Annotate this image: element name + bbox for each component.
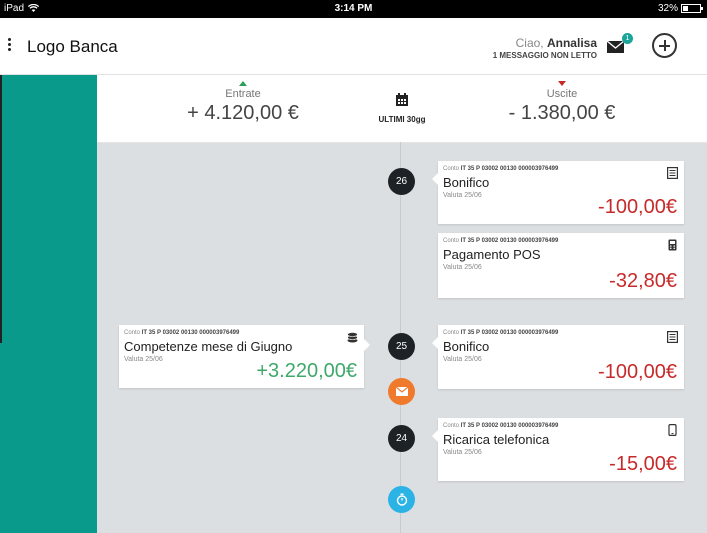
transaction-title: Pagamento POS [443,247,541,262]
account-number: IT 35 P 03002 00130 000003976499 [460,423,559,429]
transaction-card[interactable]: Conto IT 35 P 03002 00130 000003976499 R… [432,418,684,481]
expense-summary[interactable]: Uscite - 1.380,00 € [497,81,627,125]
unread-messages-text: 1 MESSAGGIO NON LETTO [492,51,597,60]
account-number: IT 35 P 03002 00130 000003976499 [460,166,559,172]
arrow-down-icon [558,81,566,86]
account-prefix: Conto [443,330,460,336]
menu-icon[interactable] [8,38,14,54]
add-button[interactable] [652,33,677,58]
coins-icon [347,332,358,343]
timer-event-icon[interactable] [388,486,415,513]
period-label: ULTIMI 30gg [378,115,426,124]
status-time: 3:14 PM [334,3,373,14]
period-selector[interactable]: ULTIMI 30gg [372,93,432,124]
day-marker: 24 [388,425,415,452]
mail-badge: 1 [622,33,633,44]
document-icon [667,331,678,343]
transaction-valuta: Valuta 25/06 [124,356,163,363]
day-marker: 26 [388,168,415,195]
account-number: IT 35 P 03002 00130 000003976499 [460,330,559,336]
transaction-title: Bonifico [443,175,490,190]
arrow-up-icon [239,81,247,86]
bank-logo[interactable]: Logo Banca [27,37,118,57]
greeting-prefix: Ciao, [515,36,544,50]
account-number: IT 35 P 03002 00130 000003976499 [460,238,559,244]
summary-bar: Entrate + 4.120,00 € ULTIMI 30gg Uscite … [97,75,707,143]
transaction-card[interactable]: Conto IT 35 P 03002 00130 000003976499 B… [432,325,684,389]
transaction-amount: -15,00€ [609,453,677,475]
mail-event-icon[interactable] [388,378,415,405]
account-prefix: Conto [443,166,460,172]
income-summary[interactable]: Entrate + 4.120,00 € [181,81,305,125]
account-prefix: Conto [124,330,141,336]
transaction-amount: -100,00€ [598,361,677,383]
transaction-valuta: Valuta 25/06 [443,264,482,271]
expense-amount: - 1.380,00 € [508,102,616,124]
user-greeting[interactable]: Ciao, Annalisa 1 MESSAGGIO NON LETTO [493,36,597,60]
transaction-title: Ricarica telefonica [443,432,550,447]
transaction-card[interactable]: Conto IT 35 P 03002 00130 000003976499 B… [432,161,684,224]
transaction-amount: -32,80€ [609,270,677,292]
account-prefix: Conto [443,423,460,429]
day-marker: 25 [388,333,415,360]
transaction-title: Bonifico [443,339,490,354]
income-amount: + 4.120,00 € [187,102,299,124]
income-label: Entrate [225,88,261,100]
transaction-card[interactable]: Conto IT 35 P 03002 00130 000003976499 C… [119,325,370,388]
transaction-valuta: Valuta 25/06 [443,192,482,199]
app-header: Logo Banca Ciao, Annalisa 1 MESSAGGIO NO… [0,18,707,75]
account-number: IT 35 P 03002 00130 000003976499 [141,330,240,336]
transaction-amount: +3.220,00€ [256,360,357,382]
transaction-amount: -100,00€ [598,196,677,218]
transaction-card[interactable]: Conto IT 35 P 03002 00130 000003976499 P… [438,233,684,298]
account-prefix: Conto [443,238,460,244]
sidebar-panel [0,75,97,533]
transaction-valuta: Valuta 25/06 [443,449,482,456]
transaction-valuta: Valuta 25/06 [443,356,482,363]
calendar-icon [396,93,408,106]
document-icon [667,167,678,179]
pos-terminal-icon [668,239,677,251]
status-bar: iPad 3:14 PM 32% [0,0,707,18]
mail-icon[interactable]: 1 [606,33,633,54]
battery-percent: 32% [657,3,678,14]
transaction-title: Competenze mese di Giugno [124,339,293,354]
expense-label: Uscite [546,88,578,100]
phone-icon [668,424,677,436]
user-name: Annalisa [546,36,597,50]
battery-icon [681,4,703,13]
